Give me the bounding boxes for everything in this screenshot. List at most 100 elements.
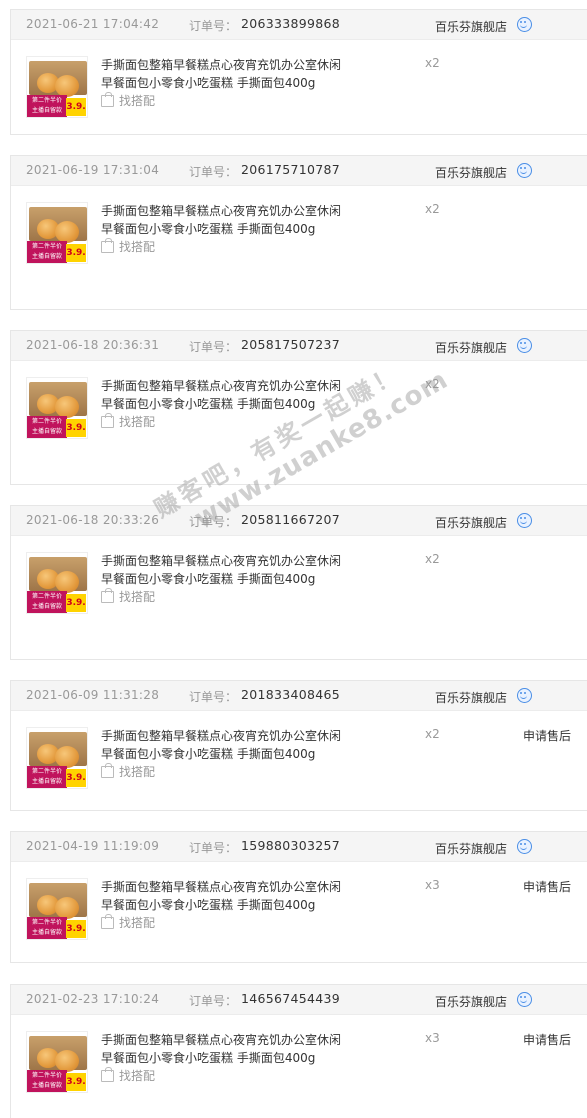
- order-number: 205817507237: [241, 337, 341, 352]
- order-number-label: 订单号：: [189, 165, 238, 179]
- order-number-label: 订单号：: [189, 340, 238, 354]
- find-match-link[interactable]: 找搭配: [101, 588, 155, 605]
- chat-icon[interactable]: [517, 163, 532, 178]
- find-match-label: 找搭配: [119, 94, 156, 108]
- bag-icon: [101, 914, 114, 929]
- order-card: 2021-06-19 17:31:04 订单号： 206175710787 百乐…: [10, 155, 587, 310]
- find-match-link[interactable]: 找搭配: [101, 92, 155, 109]
- order-number: 205811667207: [241, 512, 341, 527]
- order-number-label: 订单号：: [189, 841, 238, 855]
- order-header: 2021-06-21 17:04:42 订单号： 206333899868 百乐…: [11, 10, 587, 40]
- order-card: 2021-04-19 11:19:09 订单号： 159880303257 百乐…: [10, 831, 587, 963]
- order-number: 206333899868: [241, 16, 341, 31]
- order-date: 2021-06-18 20:33:26: [26, 513, 160, 527]
- promo-badge: 第二件半价 主播自留款: [27, 1070, 67, 1092]
- product-thumbnail[interactable]: 第二件半价 主播自留款 3.9.: [26, 878, 88, 940]
- order-card: 2021-06-09 11:31:28 订单号： 201833408465 百乐…: [10, 680, 587, 811]
- order-date: 2021-06-21 17:04:42: [26, 17, 160, 31]
- price-badge: 3.9.: [66, 419, 86, 437]
- bag-icon: [101, 92, 114, 107]
- product-thumbnail[interactable]: 第二件半价 主播自留款 3.9.: [26, 56, 88, 118]
- find-match-label: 找搭配: [119, 590, 156, 604]
- after-sale-link[interactable]: 申请售后: [523, 727, 571, 744]
- product-thumbnail[interactable]: 第二件半价 主播自留款 3.9.: [26, 202, 88, 264]
- find-match-link[interactable]: 找搭配: [101, 914, 155, 931]
- product-thumbnail[interactable]: 第二件半价 主播自留款 3.9.: [26, 377, 88, 439]
- find-match-link[interactable]: 找搭配: [101, 1067, 155, 1084]
- quantity: x2: [425, 202, 440, 216]
- order-card: 2021-06-18 20:36:31 订单号： 205817507237 百乐…: [10, 330, 587, 485]
- order-card: 2021-06-18 20:33:26 订单号： 205811667207 百乐…: [10, 505, 587, 660]
- shop-name-link[interactable]: 百乐芬旗舰店: [435, 339, 507, 356]
- order-date: 2021-02-23 17:10:24: [26, 992, 160, 1006]
- order-card: 2021-02-23 17:10:24 订单号： 146567454439 百乐…: [10, 984, 587, 1118]
- order-date: 2021-06-09 11:31:28: [26, 688, 160, 702]
- quantity: x2: [425, 552, 440, 566]
- order-header: 2021-06-18 20:36:31 订单号： 205817507237 百乐…: [11, 331, 587, 361]
- product-title-link[interactable]: 手撕面包整箱早餐糕点心夜宵充饥办公室休闲早餐面包小零食小吃蛋糕 手撕面包400g: [101, 552, 351, 588]
- product-thumbnail[interactable]: 第二件半价 主播自留款 3.9.: [26, 1031, 88, 1093]
- find-match-label: 找搭配: [119, 240, 156, 254]
- shop-name-link[interactable]: 百乐芬旗舰店: [435, 18, 507, 35]
- promo-badge: 第二件半价 主播自留款: [27, 766, 67, 788]
- order-date: 2021-04-19 11:19:09: [26, 839, 160, 853]
- order-number: 159880303257: [241, 838, 341, 853]
- quantity: x3: [425, 1031, 440, 1045]
- promo-badge: 第二件半价 主播自留款: [27, 416, 67, 438]
- order-number: 201833408465: [241, 687, 341, 702]
- shop-name-link[interactable]: 百乐芬旗舰店: [435, 164, 507, 181]
- order-number-label: 订单号：: [189, 19, 238, 33]
- promo-badge: 第二件半价 主播自留款: [27, 241, 67, 263]
- shop-name-link[interactable]: 百乐芬旗舰店: [435, 993, 507, 1010]
- chat-icon[interactable]: [517, 688, 532, 703]
- bag-icon: [101, 588, 114, 603]
- product-title-link[interactable]: 手撕面包整箱早餐糕点心夜宵充饥办公室休闲早餐面包小零食小吃蛋糕 手撕面包400g: [101, 878, 351, 914]
- find-match-label: 找搭配: [119, 765, 156, 779]
- product-title-link[interactable]: 手撕面包整箱早餐糕点心夜宵充饥办公室休闲早餐面包小零食小吃蛋糕 手撕面包400g: [101, 202, 351, 238]
- shop-name-link[interactable]: 百乐芬旗舰店: [435, 840, 507, 857]
- product-thumbnail[interactable]: 第二件半价 主播自留款 3.9.: [26, 727, 88, 789]
- price-badge: 3.9.: [66, 769, 86, 787]
- chat-icon[interactable]: [517, 338, 532, 353]
- after-sale-link[interactable]: 申请售后: [523, 1031, 571, 1048]
- order-header: 2021-06-18 20:33:26 订单号： 205811667207 百乐…: [11, 506, 587, 536]
- chat-icon[interactable]: [517, 992, 532, 1007]
- find-match-label: 找搭配: [119, 415, 156, 429]
- chat-icon[interactable]: [517, 17, 532, 32]
- shop-name-link[interactable]: 百乐芬旗舰店: [435, 514, 507, 531]
- bag-icon: [101, 413, 114, 428]
- product-title-link[interactable]: 手撕面包整箱早餐糕点心夜宵充饥办公室休闲早餐面包小零食小吃蛋糕 手撕面包400g: [101, 1031, 351, 1067]
- after-sale-link[interactable]: 申请售后: [523, 878, 571, 895]
- find-match-link[interactable]: 找搭配: [101, 413, 155, 430]
- product-title-link[interactable]: 手撕面包整箱早餐糕点心夜宵充饥办公室休闲早餐面包小零食小吃蛋糕 手撕面包400g: [101, 727, 351, 763]
- bag-icon: [101, 763, 114, 778]
- find-match-label: 找搭配: [119, 916, 156, 930]
- bag-icon: [101, 1067, 114, 1082]
- order-number: 206175710787: [241, 162, 341, 177]
- chat-icon[interactable]: [517, 839, 532, 854]
- price-badge: 3.9.: [66, 594, 86, 612]
- price-badge: 3.9.: [66, 920, 86, 938]
- quantity: x2: [425, 56, 440, 70]
- quantity: x2: [425, 377, 440, 391]
- bag-icon: [101, 238, 114, 253]
- order-card: 2021-06-21 17:04:42 订单号： 206333899868 百乐…: [10, 9, 587, 135]
- order-number: 146567454439: [241, 991, 341, 1006]
- product-title-link[interactable]: 手撕面包整箱早餐糕点心夜宵充饥办公室休闲早餐面包小零食小吃蛋糕 手撕面包400g: [101, 56, 351, 92]
- product-thumbnail[interactable]: 第二件半价 主播自留款 3.9.: [26, 552, 88, 614]
- find-match-link[interactable]: 找搭配: [101, 763, 155, 780]
- find-match-link[interactable]: 找搭配: [101, 238, 155, 255]
- order-number-label: 订单号：: [189, 515, 238, 529]
- find-match-label: 找搭配: [119, 1069, 156, 1083]
- order-date: 2021-06-18 20:36:31: [26, 338, 160, 352]
- order-header: 2021-04-19 11:19:09 订单号： 159880303257 百乐…: [11, 832, 587, 862]
- order-header: 2021-06-19 17:31:04 订单号： 206175710787 百乐…: [11, 156, 587, 186]
- quantity: x3: [425, 878, 440, 892]
- price-badge: 3.9.: [66, 98, 86, 116]
- price-badge: 3.9.: [66, 244, 86, 262]
- shop-name-link[interactable]: 百乐芬旗舰店: [435, 689, 507, 706]
- chat-icon[interactable]: [517, 513, 532, 528]
- promo-badge: 第二件半价 主播自留款: [27, 591, 67, 613]
- order-number-label: 订单号：: [189, 690, 238, 704]
- product-title-link[interactable]: 手撕面包整箱早餐糕点心夜宵充饥办公室休闲早餐面包小零食小吃蛋糕 手撕面包400g: [101, 377, 351, 413]
